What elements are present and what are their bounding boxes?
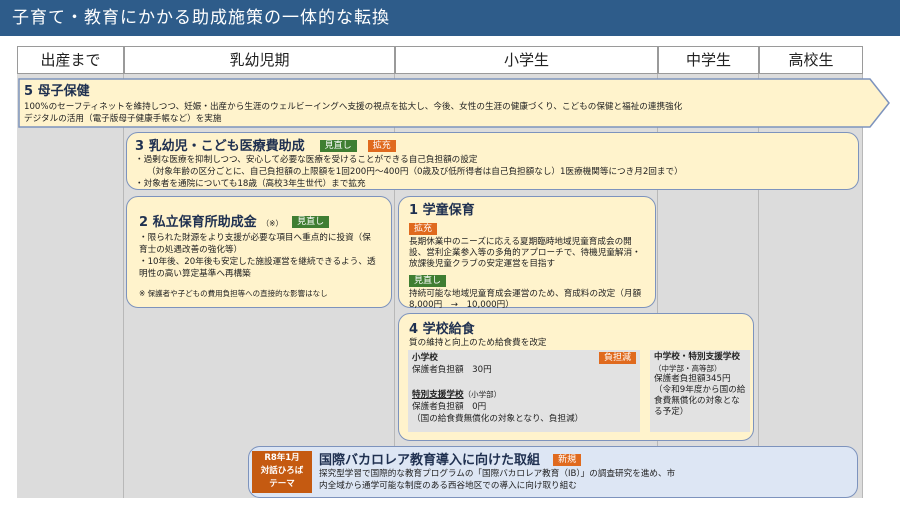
column-header-senior: 高校生 [759, 46, 863, 74]
afterschool-care-title: 1 学童保育 [409, 203, 475, 218]
dialogue-theme-badge: R8年1月 対話ひろば テーマ [252, 451, 312, 493]
nursery-subsidy-title: 2 私立保育所助成金 [139, 215, 257, 230]
maternal-health-title: 5 母子保健 [24, 84, 90, 99]
column-header-birth: 出産まで [17, 46, 124, 74]
column-header-junior: 中学生 [658, 46, 759, 74]
elementary-school-label: 小学校 [412, 353, 438, 363]
medical-subsidy-line-3: ・対象者を通院についても18歳（高校3年生世代）まで拡充 [135, 179, 366, 189]
medical-subsidy-line-2: （対象年齢の区分ごとに、自己負担額の上限額を1回200円～400円（0歳及び低所… [147, 167, 683, 177]
new-tag: 新規 [553, 453, 582, 466]
ib-education-line-1: 探究型学習で国際的な教育プログラムの「国際バカロレア教育（IB）」の調査研究を進… [319, 469, 676, 479]
afterschool-care-text-1: 長期休業中のニーズに応える夏期臨時地域児童育成会の開設、営利企業参入等の多角的ア… [409, 237, 641, 269]
ib-education-line-2: 内全域から通学可能な制度のある西谷地区での導入に向け取り組む [319, 481, 577, 491]
maternal-health-box: 5 母子保健 100%のセーフティネットを維持しつつ、妊娠・出産から生涯のウェル… [24, 80, 844, 125]
junior-high-label: 中学校・特別支援学校 [654, 352, 740, 362]
elementary-lunch-panel: 小学校 負担減 保護者負担額 30円 特別支援学校（小学部） 保護者負担額 0円… [408, 350, 640, 432]
nursery-subsidy-note: ※ 保護者や子どもの費用負担等への直接的な影響はなし [139, 289, 328, 298]
school-lunch-title: 4 学校給食 [409, 322, 475, 337]
column-header-infant: 乳幼児期 [124, 46, 395, 74]
review-tag: 見直し [409, 274, 447, 287]
nursery-subsidy-line-2: ・10年後、20年後も安定した施設運営を継続できるよう、透明性の高い算定基準へ再… [139, 257, 376, 279]
review-tag: 見直し [319, 139, 357, 152]
nursery-subsidy-mark: （※） [261, 219, 283, 228]
medical-subsidy-box: 3 乳幼児・こども医療費助成 見直し 拡充 ・過剰な医療を抑制しつつ、安心して必… [126, 132, 859, 190]
junior-high-fee-text: 保護者負担額345円（令和9年度から国の給食費無償化の対象となる予定） [654, 374, 746, 417]
page-title: 子育て・教育にかかる助成施策の一体的な転換 [0, 0, 900, 36]
afterschool-care-text-2: 持続可能な地域児童育成会運営のため、育成料の改定（月額8,000円 → 10,0… [409, 289, 642, 310]
special-school-small: （小学部） [463, 390, 502, 399]
expansion-tag: 拡充 [409, 222, 438, 235]
special-school-label: 特別支援学校 [412, 390, 464, 400]
expansion-tag: 拡充 [367, 139, 396, 152]
school-lunch-subtitle: 質の維持と向上のため給食費を改定 [409, 338, 547, 348]
review-tag: 見直し [292, 215, 330, 228]
junior-high-lunch-panel: 中学校・特別支援学校 （中学部・高等部） 保護者負担額345円（令和9年度から国… [650, 350, 750, 432]
special-school-note-text: （国の給食費無償化の対象となり、負担減） [412, 414, 584, 424]
afterschool-care-box: 1 学童保育 拡充 長期休業中のニーズに応える夏期臨時地域児童育成会の開設、営利… [398, 196, 656, 310]
medical-subsidy-line-1: ・過剰な医療を抑制しつつ、安心して必要な医療を受けることができる自己負担額の設定 [135, 155, 478, 165]
special-school-fee-text: 保護者負担額 0円 [412, 402, 487, 412]
junior-high-small: （中学部・高等部） [654, 364, 722, 373]
burden-reduction-tag: 負担減 [598, 352, 636, 364]
maternal-health-line-1: 100%のセーフティネットを維持しつつ、妊娠・出産から生涯のウェルビーイングへ支… [24, 102, 683, 112]
ib-education-title: 国際バカロレア教育導入に向けた取組 [319, 453, 541, 468]
column-header-elementary: 小学生 [395, 46, 658, 74]
medical-subsidy-title: 3 乳幼児・こども医療費助成 [135, 139, 305, 154]
maternal-health-line-2: デジタルの活用（電子版母子健康手帳など）を実施 [24, 114, 222, 124]
nursery-subsidy-line-1: ・限られた財源をより支援が必要な項目へ重点的に投資（保育士の処遇改善の強化等） [139, 233, 371, 255]
ib-education-box: 国際バカロレア教育導入に向けた取組 新規 探究型学習で国際的な教育プログラムの「… [248, 446, 858, 498]
nursery-subsidy-box: 2 私立保育所助成金 （※） 見直し ・限られた財源をより支援が必要な項目へ重点… [126, 196, 392, 308]
elementary-fee-text: 保護者負担額 30円 [412, 365, 492, 375]
